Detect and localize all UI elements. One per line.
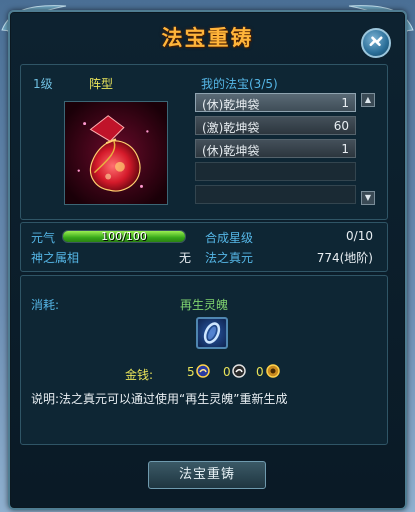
money-label: 金钱: [125,368,154,382]
treasure-item-name: (激)乾坤袋 [202,121,260,135]
my-treasures-title: 我的法宝(3/5) [201,77,278,91]
treasure-list-item[interactable] [195,162,356,181]
silver-amount: 0 [223,365,231,379]
yuanqi-bar: 100/100 [62,230,186,243]
description-text: 说明:法之真元可以通过使用“再生灵魄”重新生成 [31,392,288,406]
treasure-bag-icon [65,102,167,204]
treasure-item-count: 1 [341,96,349,110]
copper-amount: 0 [256,365,264,379]
element-value: 无 [179,251,192,265]
star-label: 合成星级 [205,231,254,245]
silver-coin-icon [232,364,246,378]
scroll-down-button[interactable]: ▼ [361,191,375,205]
scroll-up-button[interactable]: ▲ [361,93,375,107]
copper-coin-icon [266,364,280,378]
close-icon [369,36,383,47]
treasure-item-name: (休)乾坤袋 [202,98,260,112]
yuanqi-label: 元气 [31,231,56,245]
essence-value: 774(地阶) [316,251,373,265]
treasure-image-slot[interactable] [64,101,168,205]
gold-amount: 5 [187,365,195,379]
treasure-level: 1级 [33,77,53,91]
gold-coin-icon [196,364,210,378]
close-button[interactable] [361,28,391,58]
treasure-item-name: (休)乾坤袋 [202,144,260,158]
treasure-panel: 1级 阵型 我的法宝(3/5) (休)乾坤袋 1 (激)乾坤袋 60 (休)乾坤… [20,64,388,220]
treasure-list-item[interactable] [195,185,356,204]
yuanqi-value: 100/100 [101,230,147,243]
recast-button[interactable]: 法宝重铸 [148,461,266,489]
essence-label: 法之真元 [205,251,254,265]
soul-crystal-icon [203,322,221,344]
cost-panel: 消耗: 再生灵魄 金钱: 5 0 0 说明:法之真元可以通过使用“再生灵魄”重新… [20,275,388,445]
treasure-list-item[interactable]: (休)乾坤袋 1 [195,139,356,158]
chevron-down-icon: ▼ [364,193,372,202]
treasure-item-count: 60 [333,119,349,133]
treasure-item-count: 1 [341,142,349,156]
star-value: 0/10 [346,229,373,243]
treasure-list: (休)乾坤袋 1 (激)乾坤袋 60 (休)乾坤袋 1 [195,93,356,208]
soul-item-slot[interactable] [196,317,228,349]
soul-item-name: 再生灵魄 [179,298,228,312]
treasure-formation: 阵型 [89,77,114,91]
stats-panel: 元气 100/100 合成星级 0/10 神之属相 无 法之真元 774(地阶) [20,222,388,272]
window-title: 法宝重铸 [161,26,254,50]
treasure-list-item[interactable]: (休)乾坤袋 1 [195,93,356,112]
treasure-list-item[interactable]: (激)乾坤袋 60 [195,116,356,135]
element-label: 神之属相 [31,251,80,265]
chevron-up-icon: ▲ [364,95,372,104]
